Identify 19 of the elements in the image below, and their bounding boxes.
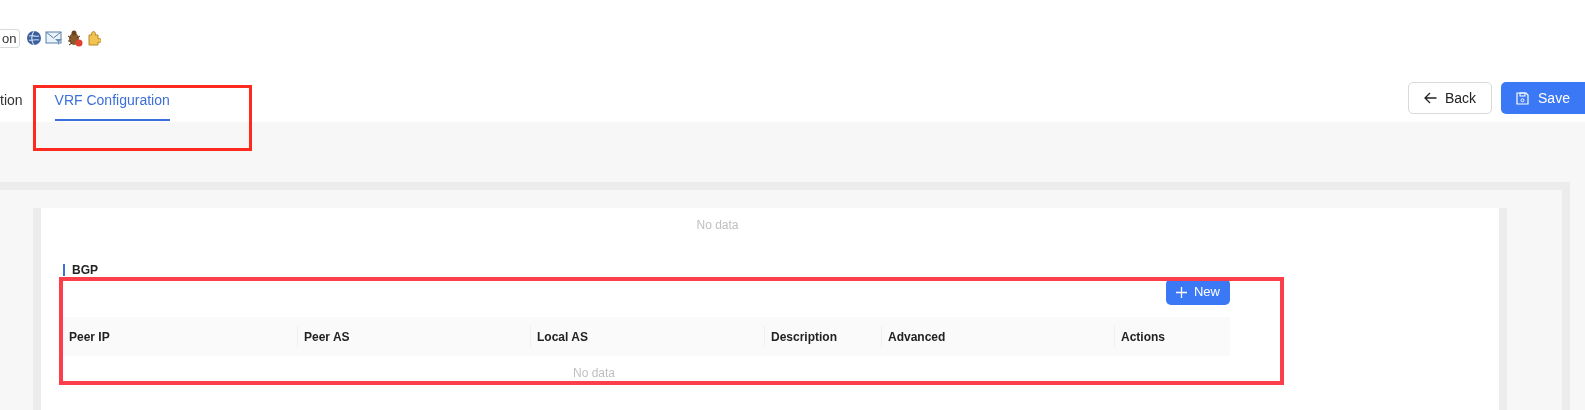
column-header: Actions <box>1121 328 1165 346</box>
bug-icon[interactable] <box>66 29 84 47</box>
column-header: Local AS <box>537 328 588 346</box>
column-header: Peer AS <box>304 328 350 346</box>
save-icon <box>1516 91 1530 105</box>
empty-text: No data <box>696 217 739 234</box>
back-button[interactable]: Back <box>1408 82 1492 114</box>
arrow-left-icon <box>1423 92 1437 104</box>
section-title: BGP <box>63 264 98 276</box>
plus-icon <box>1176 286 1187 298</box>
column-header: Peer IP <box>69 328 110 346</box>
column-header: Advanced <box>888 328 946 346</box>
column-header: Description <box>771 328 837 346</box>
empty-text: No data <box>573 365 615 382</box>
tab[interactable]: tion <box>0 92 23 121</box>
globe-icon[interactable] <box>26 30 43 46</box>
save-button[interactable]: Save <box>1501 82 1585 114</box>
toolbar-button[interactable]: on <box>0 28 21 48</box>
new-button[interactable]: New <box>1166 279 1230 305</box>
